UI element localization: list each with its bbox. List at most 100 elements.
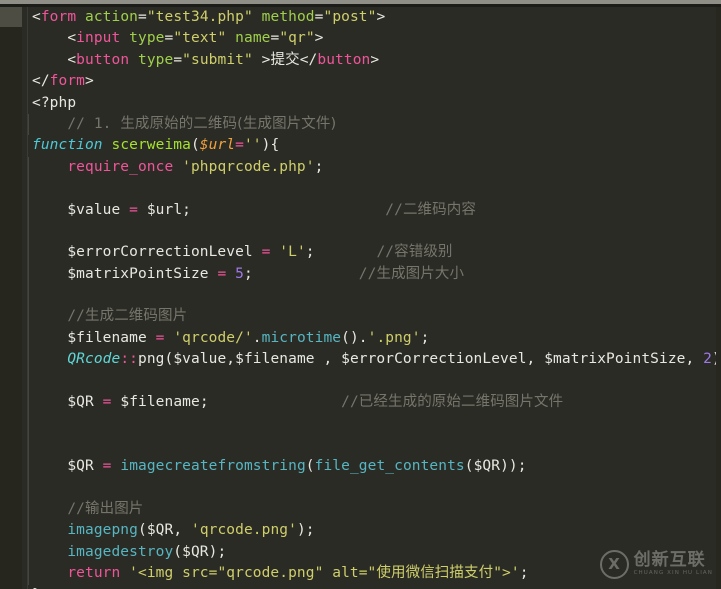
- code-editor[interactable]: 1234567891011121314151617181920212223242…: [0, 0, 721, 589]
- code-token: =: [138, 9, 147, 25]
- code-token: $matrixPointSize: [544, 351, 686, 368]
- code-line[interactable]: //生成二维码图片: [28, 306, 721, 328]
- code-line[interactable]: $errorCorrectionLevel = 'L'; //容错级别: [28, 242, 721, 264]
- code-token: <: [32, 9, 41, 25]
- indent-guide: [28, 242, 29, 264]
- code-line[interactable]: [28, 434, 721, 457]
- code-token: ;: [314, 158, 324, 175]
- code-token: >: [370, 51, 380, 68]
- code-token: QRcode: [67, 351, 121, 368]
- code-line[interactable]: [28, 477, 721, 499]
- code-line-text: </form>: [32, 73, 94, 89]
- code-token: "text": [173, 30, 227, 47]
- code-line[interactable]: <input type="text" name="qr">: [32, 28, 721, 49]
- code-line-text: QRcode::png($value,$filename , $errorCor…: [32, 351, 721, 367]
- code-token: method: [261, 9, 315, 25]
- code-content[interactable]: <form action="test34.php" method="post">…: [28, 7, 721, 589]
- code-token: ;: [199, 394, 209, 411]
- code-token: =: [102, 458, 112, 475]
- code-token: microtime: [261, 329, 342, 346]
- indent-guide: [28, 263, 29, 286]
- code-line[interactable]: $QR = imagecreatefromstring(file_get_con…: [28, 456, 721, 478]
- code-token: );: [208, 543, 227, 560]
- code-token: </: [299, 51, 318, 68]
- code-token: //: [67, 500, 85, 517]
- indent-guide: [28, 349, 29, 371]
- code-line[interactable]: function scerweima($url=''){: [32, 135, 721, 156]
- code-token: >: [376, 9, 386, 25]
- code-token: imagepng: [67, 522, 138, 539]
- code-token: 'L': [279, 244, 306, 261]
- indent-guide: [28, 413, 29, 435]
- code-token: type: [129, 30, 165, 47]
- code-line[interactable]: $value = $url; //二维码内容: [28, 199, 721, 221]
- code-token: $errorCorrectionLevel: [341, 351, 527, 368]
- code-line[interactable]: $filename = 'qrcode/'.microtime().'.png'…: [28, 327, 721, 350]
- code-token: "post": [323, 9, 377, 25]
- code-token: =: [173, 51, 183, 68]
- code-line[interactable]: [28, 178, 721, 200]
- code-line[interactable]: [28, 413, 721, 435]
- code-line-text: $QR = imagecreatefromstring(file_get_con…: [32, 458, 527, 474]
- code-token: =: [102, 394, 112, 411]
- indent-guide: [28, 392, 29, 414]
- watermark-logo-glyph: X: [608, 555, 620, 573]
- code-line-text: <input type="text" name="qr">: [32, 30, 324, 46]
- code-token: // 1.: [67, 115, 121, 132]
- code-line[interactable]: QRcode::png($value,$filename , $errorCor…: [28, 349, 721, 371]
- code-token: $QR: [182, 543, 209, 560]
- code-line[interactable]: //输出图片: [28, 498, 721, 521]
- code-token: form: [49, 73, 85, 90]
- code-line[interactable]: imagepng($QR, 'qrcode.png');: [28, 520, 721, 542]
- watermark-text: 创新互联 CHUANG XIN HU LIAN: [634, 552, 713, 577]
- code-line-text: <form action="test34.php" method="post">: [32, 9, 385, 25]
- code-line[interactable]: $QR = $filename; //已经生成的原始二维码图片文件: [28, 392, 721, 414]
- code-token: ,: [314, 351, 342, 368]
- line-number-gutter: [0, 0, 22, 589]
- code-token: imagedestroy: [67, 543, 174, 560]
- code-token: button: [317, 51, 371, 68]
- code-token: $url: [199, 137, 236, 154]
- code-line[interactable]: }: [32, 585, 721, 589]
- vertical-scrollbar[interactable]: [716, 7, 721, 589]
- code-line[interactable]: <?php: [32, 93, 721, 114]
- code-token: input: [76, 30, 121, 47]
- code-line[interactable]: require_once 'phpqrcode.php';: [28, 156, 721, 179]
- code-token: "test34.php": [146, 9, 253, 25]
- code-token: $QR: [67, 458, 94, 475]
- code-token: $url: [146, 201, 183, 218]
- code-line[interactable]: // 1. 生成原始的二维码(生成图片文件): [28, 113, 721, 136]
- code-token: 'qrcode/': [173, 329, 253, 346]
- code-token: type: [138, 51, 174, 68]
- code-token: >: [85, 73, 94, 90]
- code-token: 5: [235, 265, 244, 282]
- code-line[interactable]: </form>: [32, 71, 721, 92]
- code-line[interactable]: <form action="test34.php" method="post">: [32, 7, 721, 28]
- code-token: ;: [519, 565, 529, 582]
- code-line-text: imagepng($QR, 'qrcode.png');: [32, 522, 315, 538]
- code-token: (: [305, 458, 315, 475]
- code-line[interactable]: <button type="submit" >提交</button>: [32, 50, 721, 71]
- code-token: //: [376, 244, 395, 261]
- code-line[interactable]: $matrixPointSize = 5; //生成图片大小: [28, 263, 721, 286]
- indent-guide: [28, 306, 29, 328]
- code-line[interactable]: [28, 370, 721, 393]
- code-token: '<img src="qrcode.png" alt=": [129, 565, 377, 582]
- code-line[interactable]: [28, 285, 721, 307]
- code-token: );: [296, 522, 315, 539]
- code-token: </: [32, 73, 50, 90]
- code-line[interactable]: [28, 220, 721, 243]
- code-token: ">': [493, 565, 520, 582]
